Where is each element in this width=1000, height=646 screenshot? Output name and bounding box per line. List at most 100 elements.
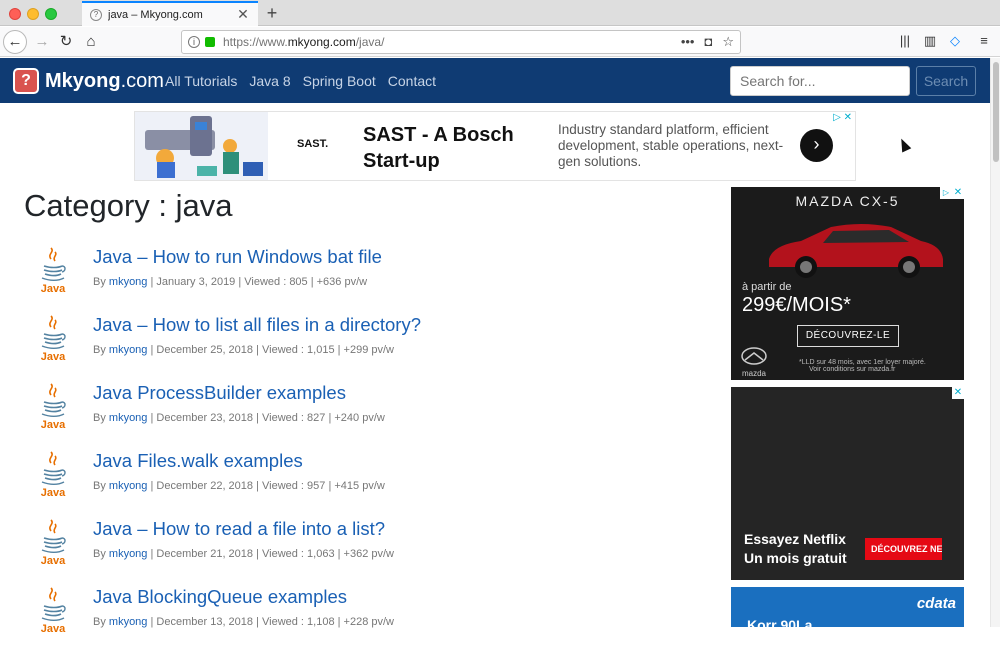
java-logo-icon: Java: [41, 383, 66, 431]
menu-spring-boot[interactable]: Spring Boot: [303, 73, 376, 89]
post-title[interactable]: Java – How to list all files in a direct…: [93, 314, 421, 336]
java-logo-text: Java: [41, 555, 66, 567]
search-button[interactable]: Search: [916, 66, 976, 96]
page-title: Category : java: [24, 188, 233, 223]
main-menu: All Tutorials Java 8 Spring Boot Contact: [165, 73, 436, 89]
car-image: [769, 224, 943, 278]
reload-button[interactable]: ↻: [54, 30, 78, 54]
post-author-link[interactable]: mkyong: [109, 412, 148, 424]
logo-question-icon: ?: [13, 68, 39, 94]
java-logo-icon: Java: [41, 247, 66, 295]
top-banner-ad[interactable]: SAST. SAST - A Bosch Start-up Industry s…: [134, 111, 856, 181]
post-title[interactable]: Java ProcessBuilder examples: [93, 382, 346, 404]
ad-choices-icon[interactable]: ▷ ✕: [833, 112, 852, 123]
post-meta: By mkyong | January 3, 2019 | Viewed : 8…: [93, 276, 368, 288]
tab-favicon-icon: ?: [90, 8, 102, 21]
java-logo-text: Java: [41, 351, 66, 363]
java-logo-icon: Java: [41, 451, 66, 499]
sidebar-icon[interactable]: ▥: [921, 33, 939, 49]
mazda-cta-button[interactable]: DÉCOUVREZ-LE: [797, 325, 899, 347]
bookmark-star-icon[interactable]: ☆: [722, 34, 734, 50]
post-author-link[interactable]: mkyong: [109, 344, 148, 356]
browser-tab-active[interactable]: ? java – Mkyong.com ✕: [82, 1, 258, 26]
tab-title: java – Mkyong.com: [108, 8, 203, 21]
mazda-legal: *LLD sur 48 mois, avec 1er loyer majoré.…: [799, 359, 926, 373]
ad-brand-logo: SAST.: [297, 138, 329, 150]
post-title[interactable]: Java – How to read a file into a list?: [93, 518, 385, 540]
logo-suffix-text: .com: [120, 69, 164, 92]
post-title[interactable]: Java BlockingQueue examples: [93, 586, 347, 608]
close-window-button[interactable]: [9, 8, 21, 20]
ad-illustration: [135, 112, 268, 180]
post-meta: By mkyong | December 13, 2018 | Viewed :…: [93, 616, 394, 628]
java-logo-text: Java: [41, 623, 66, 635]
forward-button[interactable]: →: [30, 30, 54, 54]
scrollbar-thumb[interactable]: [993, 62, 999, 162]
mazda-ad[interactable]: MAZDA CX-5 à partir de 299€/MOIS* DÉCOUV…: [731, 187, 964, 380]
post-author-link[interactable]: mkyong: [109, 480, 148, 492]
netflix-cta-button[interactable]: DÉCOUVREZ NE: [865, 538, 942, 560]
ad-body-text: Industry standard platform, efficient de…: [558, 122, 784, 169]
mazda-from-label: à partir de: [742, 281, 792, 293]
cdata-ad[interactable]: cdata Korr 90La: [731, 587, 964, 627]
post-meta: By mkyong | December 22, 2018 | Viewed :…: [93, 480, 385, 492]
hamburger-menu-icon[interactable]: ≡: [975, 33, 993, 48]
netflix-ad[interactable]: Essayez Netflix Un mois gratuit DÉCOUVREZ…: [731, 387, 964, 580]
java-logo-text: Java: [41, 419, 66, 431]
back-button[interactable]: ←: [3, 30, 27, 54]
mouse-cursor-icon: [896, 136, 912, 153]
minimize-window-button[interactable]: [27, 8, 39, 20]
post-title[interactable]: Java Files.walk examples: [93, 450, 303, 472]
list-item: Java Java – How to read a file into a li…: [36, 518, 686, 578]
browser-toolbar: ← → ↻ ⌂ i https://www.mkyong.com/java/ •…: [0, 27, 1000, 57]
cdata-ad-text: Korr 90La: [747, 617, 813, 627]
menu-java-8[interactable]: Java 8: [249, 73, 290, 89]
netflix-ad-text: Essayez Netflix Un mois gratuit: [744, 531, 847, 566]
post-author-link[interactable]: mkyong: [109, 548, 148, 560]
mazda-brand-logo: mazda: [739, 347, 769, 378]
maximize-window-button[interactable]: [45, 8, 57, 20]
post-author-link[interactable]: mkyong: [109, 276, 148, 288]
ad-close-icon[interactable]: ✕: [952, 387, 964, 399]
pocket-icon[interactable]: ◘: [704, 34, 712, 50]
post-meta: By mkyong | December 23, 2018 | Viewed :…: [93, 412, 385, 424]
java-logo-text: Java: [41, 487, 66, 499]
post-title[interactable]: Java – How to run Windows bat file: [93, 246, 382, 268]
list-item: Java Java – How to run Windows bat file …: [36, 246, 686, 306]
library-icon[interactable]: |||: [896, 33, 914, 48]
java-logo-icon: Java: [41, 587, 66, 635]
list-item: Java Java – How to list all files in a d…: [36, 314, 686, 374]
logo-main-text: Mkyong: [45, 69, 121, 92]
url-text[interactable]: https://www.mkyong.com/java/: [223, 35, 681, 49]
java-logo-text: Java: [41, 283, 66, 295]
menu-all-tutorials[interactable]: All Tutorials: [165, 73, 237, 89]
home-button[interactable]: ⌂: [79, 30, 103, 54]
menu-contact[interactable]: Contact: [388, 73, 436, 89]
ad-headline: SAST - A Bosch Start-up: [363, 124, 514, 172]
post-author-link[interactable]: mkyong: [109, 616, 148, 628]
post-meta: By mkyong | December 21, 2018 | Viewed :…: [93, 548, 394, 560]
java-logo-icon: Java: [41, 519, 66, 567]
site-navbar: ? Mkyong.com All Tutorials Java 8 Spring…: [0, 58, 990, 103]
list-item: Java Java Files.walk examples By mkyong …: [36, 450, 686, 510]
ad-next-arrow-icon[interactable]: ›: [800, 129, 833, 162]
new-tab-button[interactable]: +: [262, 3, 282, 23]
list-item: Java Java BlockingQueue examples By mkyo…: [36, 586, 686, 646]
ad-close-icon[interactable]: ✕: [952, 187, 964, 199]
tab-close-icon[interactable]: ✕: [236, 6, 250, 23]
mazda-price: 299€/MOIS*: [742, 294, 851, 316]
eraser-icon[interactable]: ◇: [946, 33, 964, 49]
page-scrollbar[interactable]: [990, 58, 1000, 627]
search-input[interactable]: [730, 66, 910, 96]
browser-tab-bar: ? java – Mkyong.com ✕ +: [0, 0, 1000, 26]
site-logo[interactable]: ? Mkyong.com: [13, 68, 164, 94]
ad-info-icon[interactable]: ▷: [940, 187, 952, 199]
site-info-icon[interactable]: i: [188, 36, 200, 48]
mazda-ad-title: MAZDA CX-5: [795, 193, 900, 209]
secure-lock-icon[interactable]: [205, 37, 215, 47]
page-actions-icon[interactable]: •••: [681, 34, 695, 50]
mazda-logo-icon: [741, 347, 767, 365]
java-logo-icon: Java: [41, 315, 66, 363]
address-bar[interactable]: i https://www.mkyong.com/java/ ••• ◘ ☆: [181, 30, 741, 54]
list-item: Java Java ProcessBuilder examples By mky…: [36, 382, 686, 442]
